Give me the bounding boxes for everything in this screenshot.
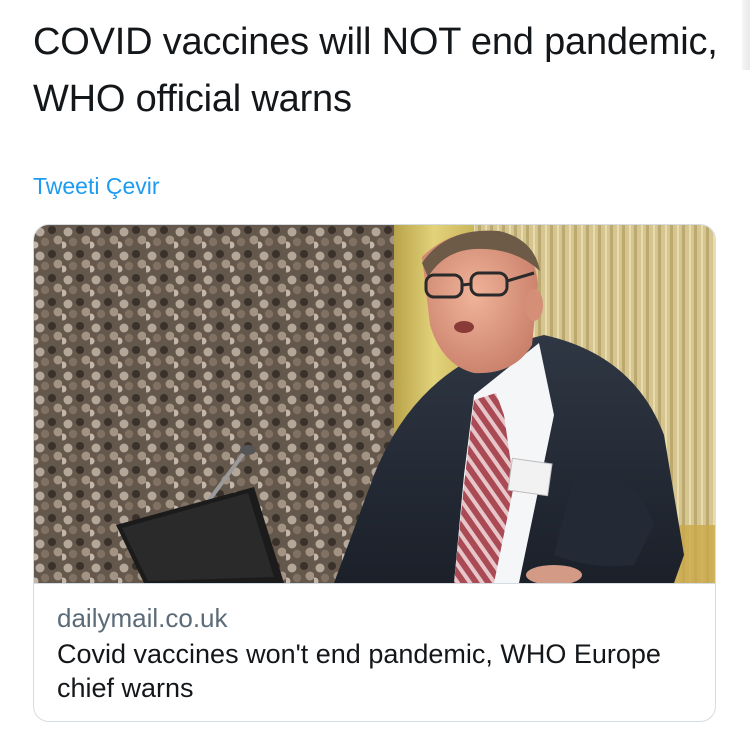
card-image xyxy=(34,225,715,583)
link-preview-card[interactable]: dailymail.co.uk Covid vaccines won't end… xyxy=(33,224,716,722)
tweet-text: COVID vaccines will NOT end pandemic, WH… xyxy=(33,21,718,120)
translate-tweet-link[interactable]: Tweeti Çevir xyxy=(33,173,160,200)
card-title: Covid vaccines won't end pandemic, WHO E… xyxy=(57,639,661,703)
tweet-view: COVID vaccines will NOT end pandemic, WH… xyxy=(0,0,750,750)
card-divider xyxy=(34,583,715,584)
scroll-edge xyxy=(742,0,750,70)
card-domain: dailymail.co.uk xyxy=(57,603,228,633)
